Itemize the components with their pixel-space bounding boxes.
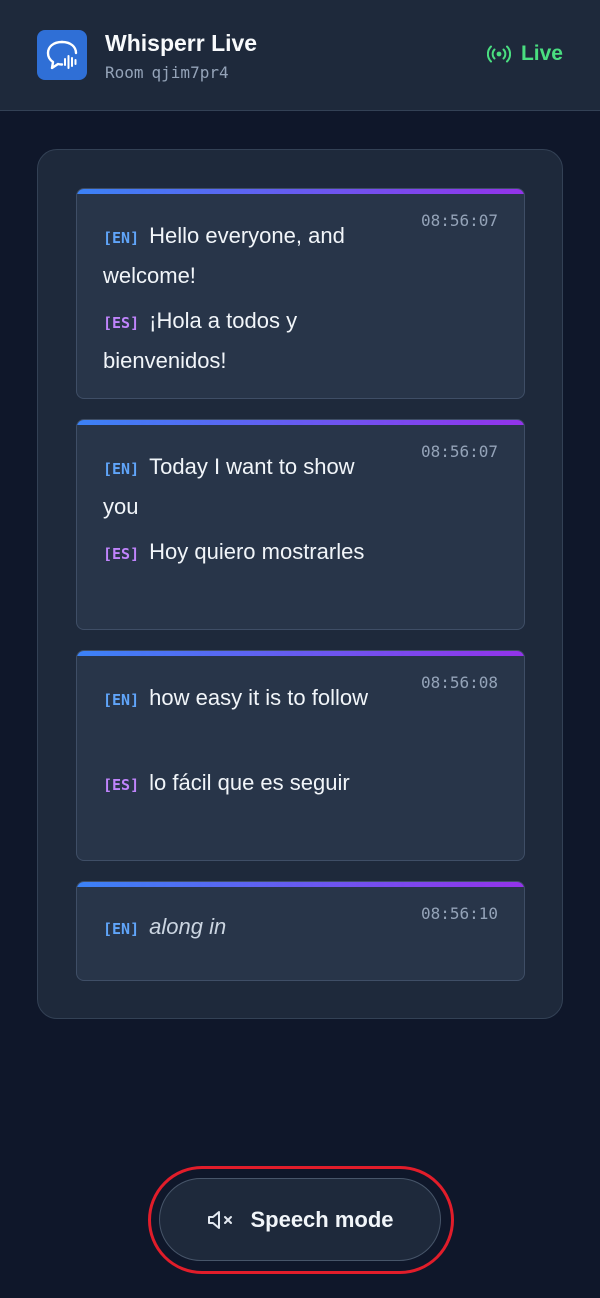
live-label: Live	[520, 42, 563, 65]
transcript-line-en: [EN] Hello everyone, and welcome!	[103, 217, 373, 294]
language-tag-en: [EN]	[103, 229, 140, 247]
language-tag-en: [EN]	[103, 460, 140, 478]
translation-text: Hoy quiero mostrarles	[149, 539, 365, 564]
app-logo	[37, 30, 87, 80]
transcript-card: 08:56:07 [EN] Today I want to show you [E…	[76, 419, 525, 630]
room-info: Room qjim7pr4	[105, 63, 229, 82]
message-time: 08:56:10	[420, 904, 498, 923]
transcript-card-interim: 08:56:10 [EN] along in	[76, 881, 525, 981]
chat-bubble-audio-icon	[46, 40, 78, 70]
room-code: qjim7pr4	[151, 63, 229, 82]
live-status: Live	[486, 42, 563, 66]
language-tag-en: [EN]	[103, 920, 140, 938]
transcript-panel[interactable]: 08:56:07 [EN] Hello everyone, and welcome…	[37, 149, 563, 1019]
transcript-text: how easy it is to follow	[149, 685, 368, 710]
translation-text: lo fácil que es seguir	[149, 770, 350, 795]
transcript-line-en: [EN] Today I want to show you	[103, 448, 373, 525]
message-time: 08:56:08	[420, 673, 498, 692]
card-accent-bar	[77, 651, 524, 656]
card-accent-bar	[77, 189, 524, 194]
card-accent-bar	[77, 420, 524, 425]
card-accent-bar	[77, 882, 524, 887]
language-tag-es: [ES]	[103, 545, 140, 563]
message-time: 08:56:07	[420, 442, 498, 461]
app-header: Whisperr Live Room qjim7pr4 Live	[0, 0, 600, 111]
speech-mode-button[interactable]: Speech mode	[159, 1178, 441, 1261]
speaker-muted-icon	[208, 1210, 233, 1229]
transcript-line-en: [EN] how easy it is to follow	[103, 679, 373, 719]
room-label: Room	[105, 63, 144, 82]
broadcast-icon	[486, 45, 511, 63]
speech-mode-label: Speech mode	[250, 1206, 394, 1232]
transcript-line-es: [ES] Hoy quiero mostrarles	[103, 533, 373, 573]
message-time: 08:56:07	[420, 211, 498, 230]
language-tag-en: [EN]	[103, 691, 140, 709]
transcript-line-en: [EN] along in	[103, 908, 373, 948]
transcript-line-es: [ES] ¡Hola a todos y bienvenidos!	[103, 302, 373, 379]
transcript-card: 08:56:08 [EN] how easy it is to follow [E…	[76, 650, 525, 861]
language-tag-es: [ES]	[103, 314, 140, 332]
language-tag-es: [ES]	[103, 776, 140, 794]
transcript-text: Hello everyone, and welcome!	[103, 223, 345, 288]
transcript-text: Today I want to show you	[103, 454, 355, 519]
transcript-card: 08:56:07 [EN] Hello everyone, and welcome…	[76, 188, 525, 399]
interim-transcript-text: along in	[149, 914, 227, 939]
transcript-line-es: [ES] lo fácil que es seguir	[103, 764, 373, 804]
app-title: Whisperr Live	[105, 30, 258, 56]
